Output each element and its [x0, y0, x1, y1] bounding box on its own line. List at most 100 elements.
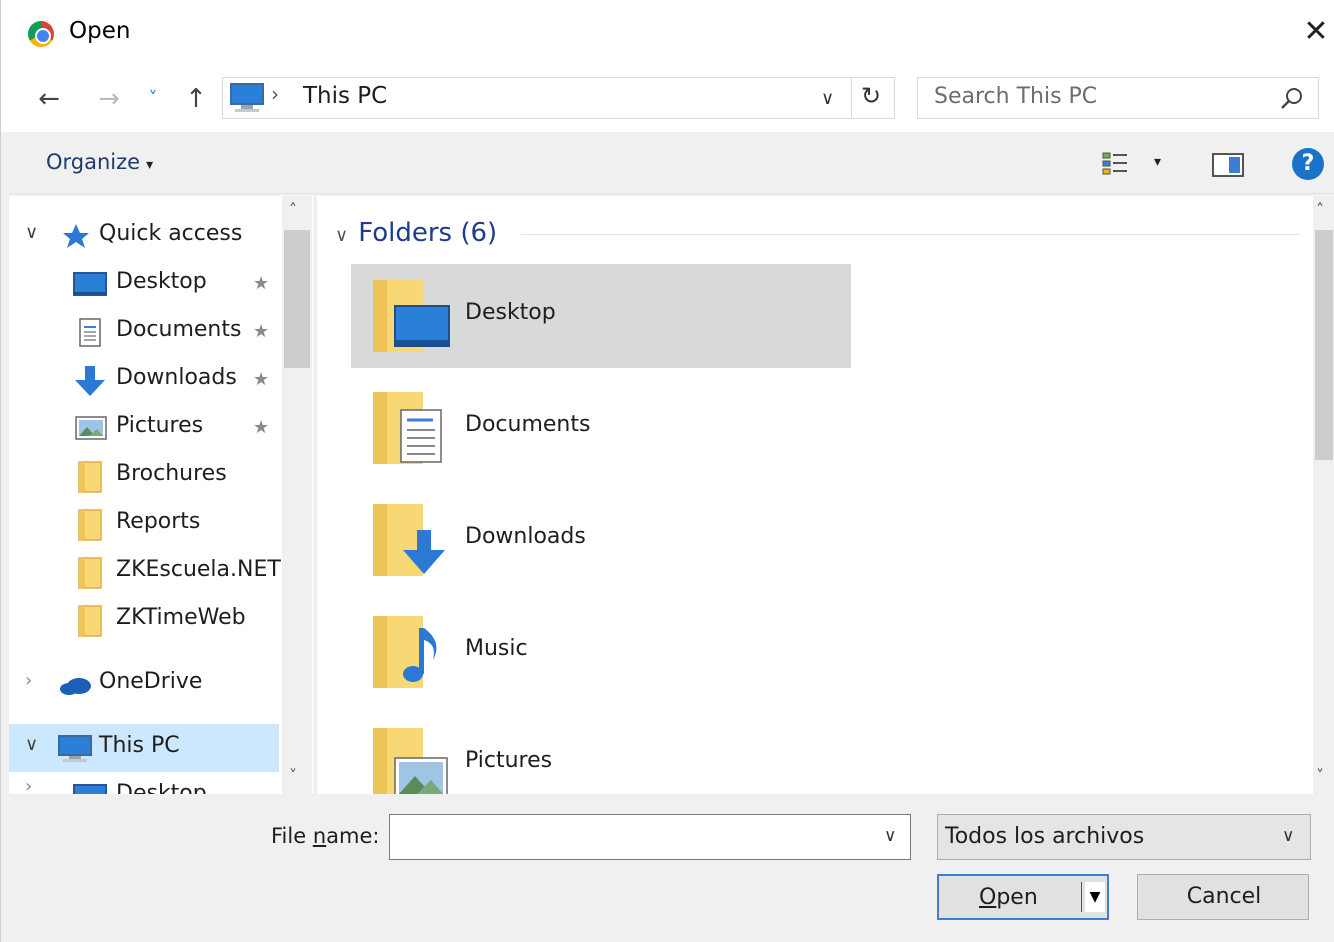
sidebar-item-label: Desktop — [116, 781, 207, 794]
downloads-icon — [75, 366, 105, 396]
expand-chevron-icon[interactable]: › — [25, 670, 32, 691]
sidebar-item-downloads[interactable]: Downloads ★ — [9, 356, 279, 404]
pin-icon[interactable]: ★ — [253, 369, 269, 390]
open-options-arrow-icon[interactable]: ▼ — [1085, 882, 1105, 912]
documents-icon — [79, 318, 101, 347]
title-bar: Open ✕ — [1, 0, 1334, 68]
pictures-folder-icon — [373, 728, 448, 794]
scroll-down-icon[interactable]: ˅ — [289, 766, 297, 785]
address-dropdown-button[interactable]: ∨ — [821, 88, 834, 109]
sidebar-item-label: OneDrive — [99, 669, 203, 694]
scroll-up-icon[interactable]: ˄ — [289, 200, 297, 219]
scroll-down-icon[interactable]: ˅ — [1316, 766, 1324, 785]
expand-chevron-icon[interactable]: › — [25, 776, 32, 794]
sidebar-item-label: Brochures — [116, 461, 227, 486]
expand-chevron-icon[interactable]: ∨ — [25, 222, 38, 243]
address-bar[interactable]: › This PC ∨ ↻ — [222, 77, 895, 119]
downloads-folder-icon — [373, 504, 445, 576]
recent-locations-button[interactable]: ˅ — [141, 82, 165, 116]
command-bar: Organize ▾ ▾ ? — [9, 136, 1334, 194]
close-button[interactable]: ✕ — [1299, 14, 1333, 54]
preview-pane-icon[interactable] — [1212, 153, 1244, 177]
back-button[interactable]: ← — [31, 82, 67, 116]
help-button[interactable]: ? — [1292, 148, 1324, 180]
sidebar-item-label: Reports — [116, 509, 201, 534]
scrollbar-thumb[interactable] — [284, 230, 310, 368]
search-input[interactable]: Search This PC — [934, 84, 1097, 109]
group-label: Folders (6) — [358, 218, 498, 248]
pin-icon[interactable]: ★ — [253, 273, 269, 294]
sidebar-item-label: ZKEscuela.NET — [116, 557, 281, 582]
cancel-button[interactable]: Cancel — [1137, 874, 1309, 920]
organize-menu-button[interactable]: Organize ▾ — [46, 150, 153, 174]
sidebar-item-onedrive[interactable]: › OneDrive — [9, 660, 279, 708]
desktop-icon — [73, 784, 107, 794]
sidebar-item-reports[interactable]: Reports — [9, 500, 279, 548]
folder-icon — [78, 461, 102, 493]
file-type-value: Todos los archivos — [945, 824, 1145, 849]
pin-icon[interactable]: ★ — [253, 321, 269, 342]
sidebar-item-pictures[interactable]: Pictures ★ — [9, 404, 279, 452]
open-button[interactable]: Open ▼ — [937, 874, 1109, 920]
file-list-scrollbar[interactable]: ˄ ˅ — [1313, 196, 1334, 794]
folder-icon — [78, 605, 102, 637]
file-name-label-part: File — [271, 824, 313, 848]
file-list-pane: ∨ Folders (6) Desktop Documents Download… — [317, 196, 1313, 794]
up-button[interactable]: ↑ — [179, 82, 213, 116]
sidebar-item-brochures[interactable]: Brochures — [9, 452, 279, 500]
split-divider — [1081, 882, 1082, 912]
folder-downloads[interactable]: Downloads — [351, 488, 851, 592]
refresh-button[interactable]: ↻ — [861, 82, 881, 110]
folders-group-header[interactable]: ∨ Folders (6) — [335, 218, 497, 248]
expand-chevron-icon[interactable]: ∨ — [25, 734, 38, 755]
sidebar-item-quick-access[interactable]: ∨ Quick access — [9, 212, 279, 260]
cancel-button-label: Cancel — [1186, 884, 1262, 909]
collapse-group-icon[interactable]: ∨ — [335, 225, 348, 246]
sidebar-item-documents[interactable]: Documents ★ — [9, 308, 279, 356]
navigation-pane-scrollbar[interactable]: ˄ ˅ — [282, 196, 312, 794]
search-box[interactable]: Search This PC — [917, 77, 1319, 119]
change-view-icon[interactable] — [1101, 150, 1131, 178]
desktop-icon — [73, 272, 107, 296]
sidebar-item-label: Quick access — [99, 221, 243, 246]
pin-icon[interactable]: ★ — [253, 417, 269, 438]
sidebar-item-label: Downloads — [116, 365, 237, 390]
sidebar-item-label: Documents — [116, 317, 242, 342]
navigation-pane: ∨ Quick access Desktop ★ Documents ★ Dow… — [9, 196, 313, 794]
folder-pictures[interactable]: Pictures — [351, 712, 851, 794]
address-location[interactable]: This PC — [303, 83, 387, 109]
sidebar-item-zktimeweb[interactable]: ZKTimeWeb — [9, 596, 279, 644]
folder-label: Documents — [465, 412, 591, 437]
folder-music[interactable]: Music — [351, 600, 851, 704]
scrollbar-thumb[interactable] — [1315, 230, 1333, 460]
computer-icon — [58, 735, 92, 762]
file-name-accelerator: n — [312, 824, 327, 848]
forward-button[interactable]: → — [91, 82, 127, 116]
desktop-folder-icon — [373, 280, 450, 352]
view-dropdown-button[interactable]: ▾ — [1154, 154, 1161, 170]
folder-label: Desktop — [465, 300, 556, 325]
sidebar-item-this-pc[interactable]: ∨ This PC — [9, 724, 279, 772]
open-accelerator: O — [979, 885, 997, 910]
folder-documents[interactable]: Documents — [351, 376, 851, 480]
organize-label: Organize — [46, 150, 141, 174]
sidebar-item-label: ZKTimeWeb — [116, 605, 246, 630]
open-file-dialog: Open ✕ ← → ˅ ↑ › This PC ∨ ↻ Search This… — [0, 0, 1334, 942]
sidebar-item-this-pc-desktop[interactable]: › Desktop — [9, 772, 279, 794]
sidebar-item-label: Desktop — [116, 269, 207, 294]
file-type-select[interactable]: Todos los archivos ∨ — [937, 814, 1311, 860]
file-name-dropdown-icon[interactable]: ∨ — [884, 826, 896, 846]
file-type-dropdown-icon[interactable]: ∨ — [1282, 826, 1294, 846]
folder-label: Music — [465, 636, 528, 661]
open-button-label: Open — [979, 885, 1038, 910]
file-name-label-part: ame: — [326, 824, 380, 848]
folder-label: Pictures — [465, 748, 553, 773]
scroll-up-icon[interactable]: ˄ — [1316, 200, 1324, 219]
sidebar-item-desktop[interactable]: Desktop ★ — [9, 260, 279, 308]
pictures-icon — [75, 416, 107, 440]
sidebar-item-label: This PC — [99, 733, 180, 758]
folder-desktop[interactable]: Desktop — [351, 264, 851, 368]
file-name-input[interactable]: ∨ — [389, 814, 911, 860]
onedrive-icon — [60, 678, 91, 695]
sidebar-item-zkescuela[interactable]: ZKEscuela.NET — [9, 548, 281, 596]
